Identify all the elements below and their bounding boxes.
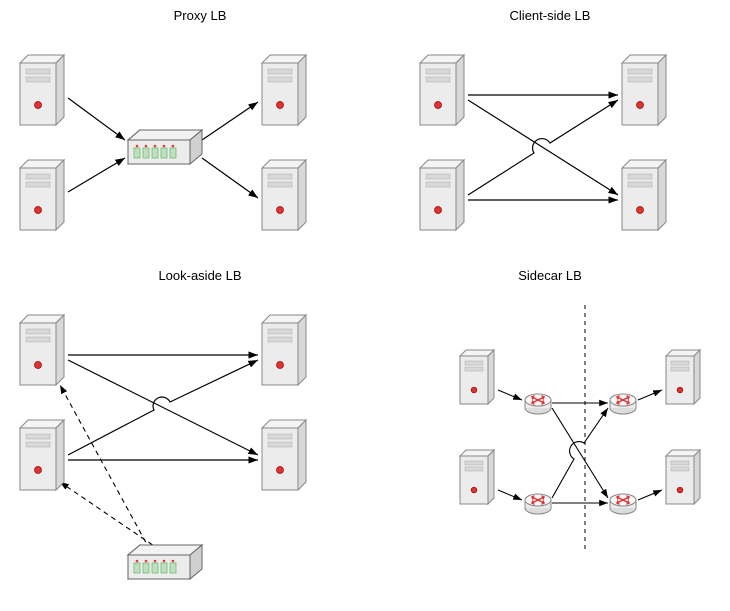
server-icon [262,160,306,230]
router-icon [610,394,636,414]
edge-proxy-lb-s1 [202,102,258,140]
router-icon [525,494,551,514]
server-icon [262,315,306,385]
edge-lookaside-lb-c2 [60,482,160,550]
edge-sidecar-ss1-s1 [638,390,662,400]
panel-client [420,55,666,230]
diagram-canvas [0,0,730,611]
edge-proxy-c2-lb [68,158,125,192]
edge-proxy-lb-s2 [202,158,258,198]
server-icon [666,450,700,504]
server-icon [460,350,494,404]
server-icon [20,55,64,125]
server-icon [20,315,64,385]
server-icon [460,450,494,504]
router-icon [610,494,636,514]
panel-sidecar [460,305,700,550]
edge-proxy-c1-lb [68,98,125,140]
server-icon [262,420,306,490]
server-icon [420,160,464,230]
server-icon [622,55,666,125]
edge-sidecar-sc1-ss2 [552,408,608,498]
server-icon [420,55,464,125]
server-icon [666,350,700,404]
load-balancer-icon [128,545,202,579]
server-icon [20,420,64,490]
server-icon [262,55,306,125]
panel-proxy [20,55,306,230]
edge-sidecar-c1-sc [498,390,522,400]
edge-lookaside-lb-c1 [60,385,150,550]
edge-sidecar-ss2-s2 [638,490,662,500]
panel-lookaside [20,315,306,579]
edge-sidecar-c2-sc [498,490,522,500]
server-icon [622,160,666,230]
load-balancer-icon [128,130,202,164]
router-icon [525,394,551,414]
server-icon [20,160,64,230]
